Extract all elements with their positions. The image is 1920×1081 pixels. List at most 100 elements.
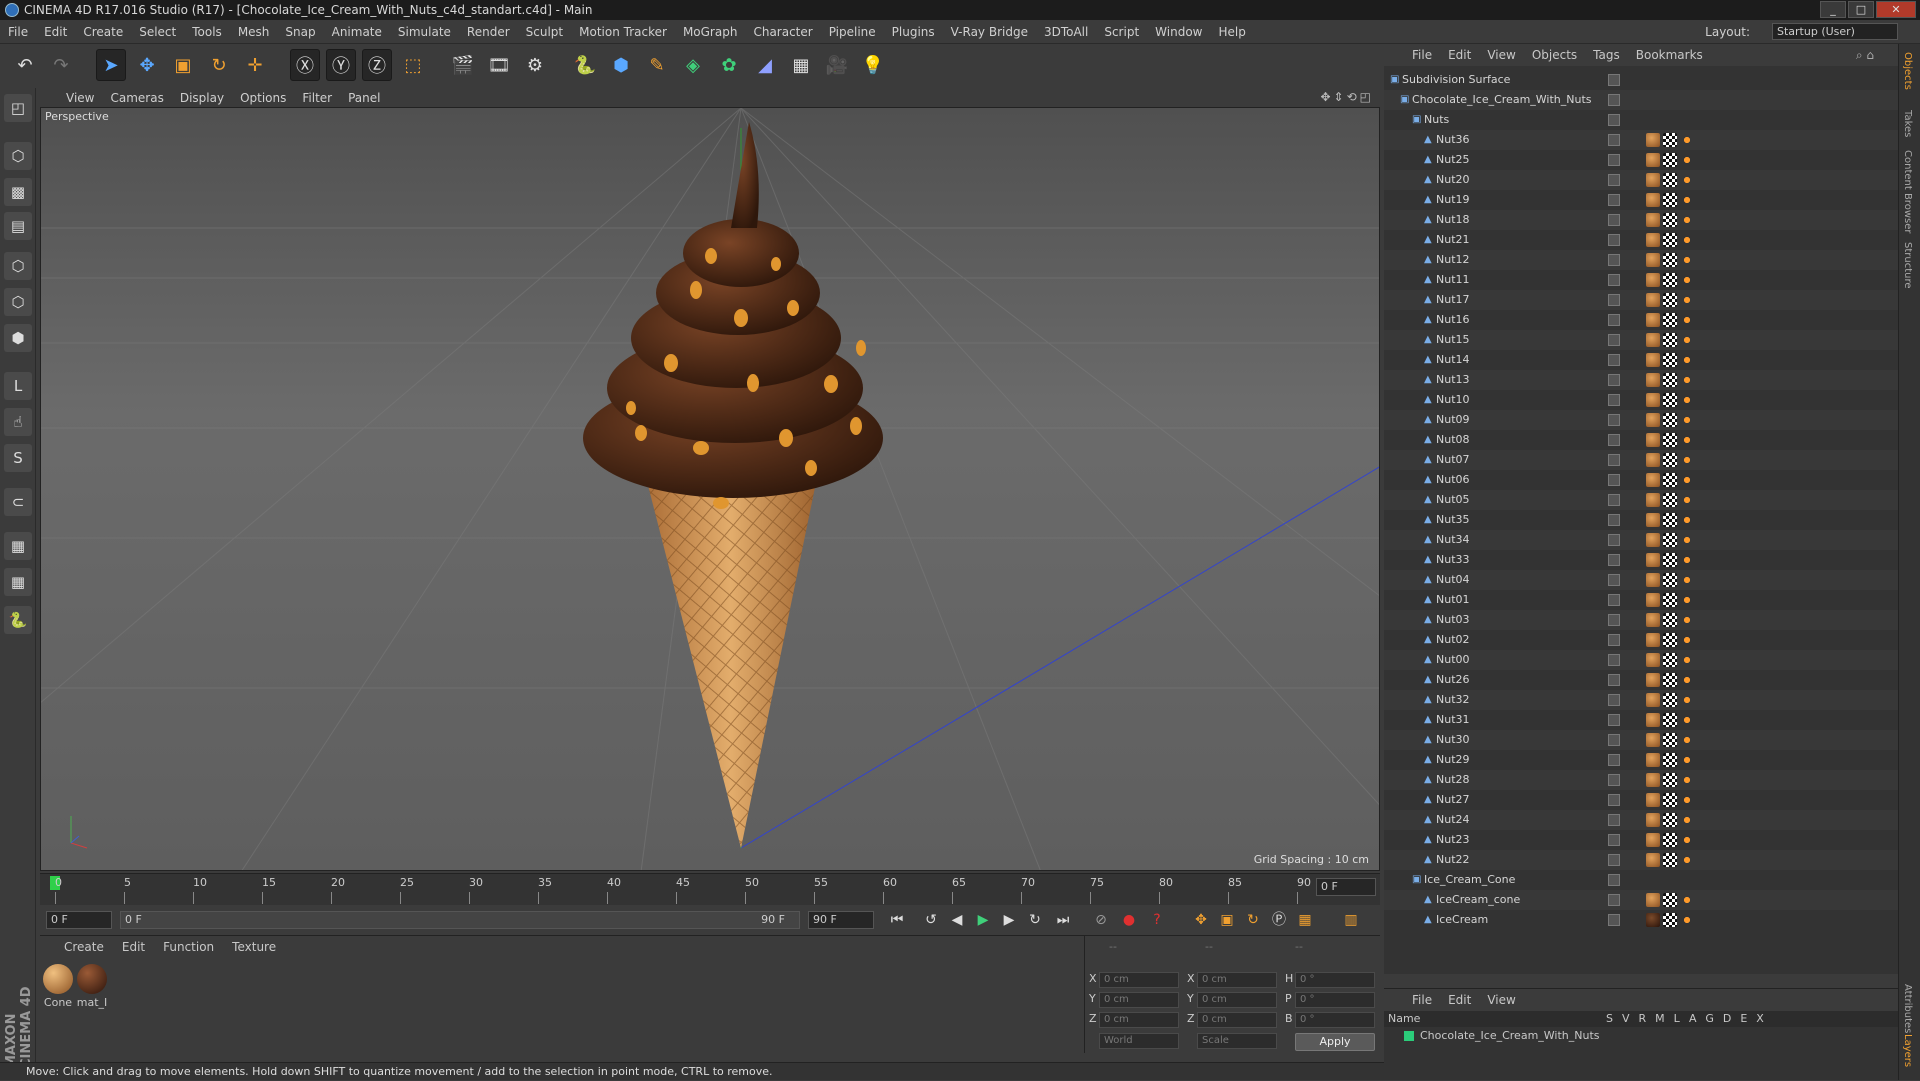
- uvw-tag-icon[interactable]: [1663, 633, 1677, 647]
- object-row[interactable]: ▲ Nut33: [1384, 550, 1898, 570]
- visibility-toggle[interactable]: [1608, 474, 1620, 486]
- play-icon[interactable]: ▶: [972, 910, 994, 930]
- coordinate-system-icon[interactable]: ⬚: [398, 49, 428, 81]
- object-row[interactable]: ▲ Nut12: [1384, 250, 1898, 270]
- uvw-tag-icon[interactable]: [1663, 673, 1677, 687]
- phong-tag-icon[interactable]: [1680, 253, 1694, 267]
- uvw-tag-icon[interactable]: [1663, 213, 1677, 227]
- z-axis-icon[interactable]: Ⓩ: [362, 49, 392, 81]
- tab-structure[interactable]: Structure: [1902, 242, 1913, 289]
- material-tag-icon[interactable]: [1646, 353, 1660, 367]
- menu-file[interactable]: File: [8, 25, 28, 39]
- material-tag-icon[interactable]: [1646, 773, 1660, 787]
- phong-tag-icon[interactable]: [1680, 413, 1694, 427]
- phong-tag-icon[interactable]: [1680, 193, 1694, 207]
- snap-icon[interactable]: S: [4, 444, 32, 472]
- object-row[interactable]: ▲ Nut20: [1384, 170, 1898, 190]
- material-tag-icon[interactable]: [1646, 453, 1660, 467]
- prev-frame-icon[interactable]: ◀: [946, 910, 968, 930]
- menu-script[interactable]: Script: [1104, 25, 1139, 39]
- size-z-field[interactable]: 0 cm: [1197, 1012, 1277, 1028]
- material-menu-function[interactable]: Function: [163, 940, 214, 954]
- timeline-layout-icon[interactable]: ▥: [1340, 910, 1362, 930]
- object-row[interactable]: ▲ Nut24: [1384, 810, 1898, 830]
- phong-tag-icon[interactable]: [1680, 913, 1694, 927]
- visibility-toggle[interactable]: [1608, 414, 1620, 426]
- uvw-tag-icon[interactable]: [1663, 193, 1677, 207]
- uvw-tag-icon[interactable]: [1663, 173, 1677, 187]
- material-tag-icon[interactable]: [1646, 373, 1660, 387]
- visibility-toggle[interactable]: [1608, 174, 1620, 186]
- menu-create[interactable]: Create: [83, 25, 123, 39]
- menu-plugins[interactable]: Plugins: [892, 25, 935, 39]
- menu-vray-bridge[interactable]: V-Ray Bridge: [951, 25, 1028, 39]
- object-row[interactable]: ▲ Nut10: [1384, 390, 1898, 410]
- objects-menu-edit[interactable]: Edit: [1448, 48, 1471, 62]
- move-icon[interactable]: ✥: [132, 49, 162, 81]
- apply-button[interactable]: Apply: [1295, 1033, 1375, 1051]
- material-tag-icon[interactable]: [1646, 333, 1660, 347]
- minimize-button[interactable]: _: [1820, 1, 1846, 18]
- visibility-toggle[interactable]: [1608, 334, 1620, 346]
- transform-icon[interactable]: ✛: [240, 49, 270, 81]
- scale-icon[interactable]: ▣: [168, 49, 198, 81]
- menu-snap[interactable]: Snap: [285, 25, 315, 39]
- phong-tag-icon[interactable]: [1680, 493, 1694, 507]
- visibility-toggle[interactable]: [1608, 434, 1620, 446]
- objects-search-icon[interactable]: ⌕ ⌂: [1856, 48, 1874, 63]
- uvw-tag-icon[interactable]: [1663, 153, 1677, 167]
- visibility-toggle[interactable]: [1608, 894, 1620, 906]
- key-rotation-icon[interactable]: ↻: [1242, 910, 1264, 930]
- uvw-tag-icon[interactable]: [1663, 473, 1677, 487]
- texture-mode-icon[interactable]: ▩: [4, 178, 32, 206]
- key-position-icon[interactable]: ✥: [1190, 910, 1212, 930]
- uvw-tag-icon[interactable]: [1663, 593, 1677, 607]
- end-frame-field[interactable]: 90 F: [808, 911, 874, 929]
- tab-takes[interactable]: Takes: [1902, 110, 1913, 137]
- next-key-icon[interactable]: ↻: [1024, 910, 1046, 930]
- floor-grid-icon[interactable]: ▦: [786, 49, 816, 81]
- uvw-tag-icon[interactable]: [1663, 653, 1677, 667]
- object-row[interactable]: ▲ Nut16: [1384, 310, 1898, 330]
- phong-tag-icon[interactable]: [1680, 633, 1694, 647]
- x-axis-icon[interactable]: Ⓧ: [290, 49, 320, 81]
- pen-spline-icon[interactable]: ✎: [642, 49, 672, 81]
- layer-menu-edit[interactable]: Edit: [1448, 993, 1471, 1007]
- objects-menu-objects[interactable]: Objects: [1532, 48, 1577, 62]
- object-row[interactable]: ▲ Nut23: [1384, 830, 1898, 850]
- visibility-toggle[interactable]: [1608, 734, 1620, 746]
- material-tag-icon[interactable]: [1646, 233, 1660, 247]
- 3d-viewport[interactable]: Perspective Grid Spacing : 10 cm: [40, 107, 1380, 871]
- material-tag-icon[interactable]: [1646, 793, 1660, 807]
- phong-tag-icon[interactable]: [1680, 373, 1694, 387]
- uvw-tag-icon[interactable]: [1663, 373, 1677, 387]
- material-tag-icon[interactable]: [1646, 913, 1660, 927]
- material-tag-icon[interactable]: [1646, 313, 1660, 327]
- material-tag-icon[interactable]: [1646, 473, 1660, 487]
- size-y-field[interactable]: 0 cm: [1197, 992, 1277, 1008]
- layer-menu-file[interactable]: File: [1412, 993, 1432, 1007]
- visibility-toggle[interactable]: [1608, 194, 1620, 206]
- object-row[interactable]: ▲ Nut29: [1384, 750, 1898, 770]
- visibility-toggle[interactable]: [1608, 94, 1620, 106]
- phong-tag-icon[interactable]: [1680, 813, 1694, 827]
- material-tag-icon[interactable]: [1646, 513, 1660, 527]
- phong-tag-icon[interactable]: [1680, 713, 1694, 727]
- menu-mograph[interactable]: MoGraph: [683, 25, 738, 39]
- visibility-toggle[interactable]: [1608, 214, 1620, 226]
- viewport-menu-display[interactable]: Display: [180, 91, 224, 105]
- menu-window[interactable]: Window: [1155, 25, 1202, 39]
- phong-tag-icon[interactable]: [1680, 593, 1694, 607]
- object-row[interactable]: ▲ IceCream: [1384, 910, 1898, 930]
- rotate-icon[interactable]: ↻: [204, 49, 234, 81]
- menu-character[interactable]: Character: [753, 25, 812, 39]
- uvw-tag-icon[interactable]: [1663, 233, 1677, 247]
- phong-tag-icon[interactable]: [1680, 293, 1694, 307]
- phong-tag-icon[interactable]: [1680, 273, 1694, 287]
- object-row[interactable]: ▲ Nut03: [1384, 610, 1898, 630]
- object-row[interactable]: ▲ Nut31: [1384, 710, 1898, 730]
- key-scale-icon[interactable]: ▣: [1216, 910, 1238, 930]
- phong-tag-icon[interactable]: [1680, 573, 1694, 587]
- tab-attributes[interactable]: Attributes: [1902, 984, 1913, 1033]
- visibility-toggle[interactable]: [1608, 854, 1620, 866]
